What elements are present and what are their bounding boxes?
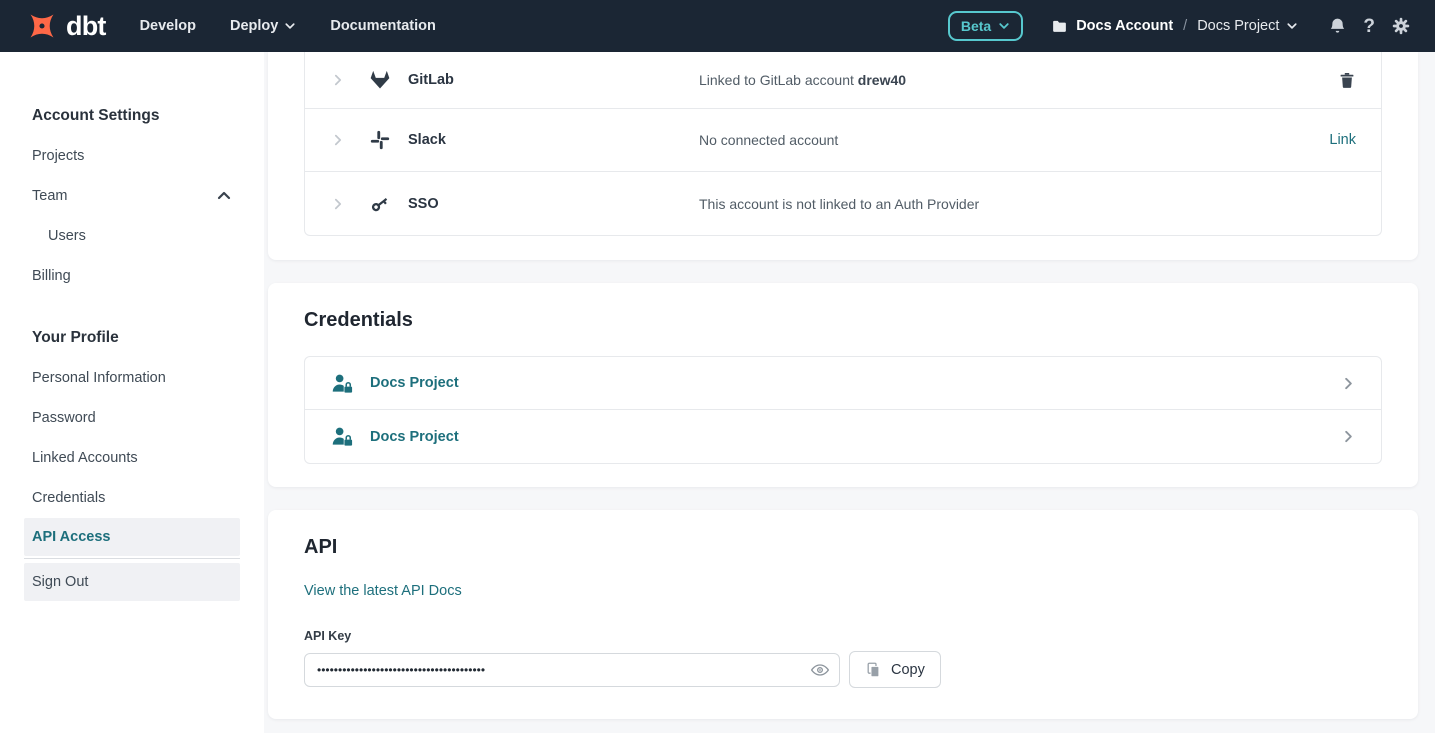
api-key-input[interactable] (304, 653, 840, 687)
chevron-right-icon[interactable] (331, 73, 345, 87)
credential-row[interactable]: Docs Project (305, 410, 1381, 463)
delete-link-button[interactable] (1338, 71, 1356, 90)
breadcrumb-separator: / (1183, 18, 1187, 34)
sidebar-item-users[interactable]: Users (24, 216, 240, 256)
api-card: API View the latest API Docs API Key Cop… (268, 510, 1418, 719)
linked-account-row-sso: SSO This account is not linked to an Aut… (305, 172, 1381, 235)
chevron-down-icon (284, 20, 296, 32)
credentials-table: Docs Project Docs Project (304, 356, 1382, 464)
api-key-field-wrap (304, 653, 840, 687)
dbt-logo-icon (24, 8, 60, 44)
link-slack-button[interactable]: Link (1329, 132, 1356, 148)
breadcrumb: Docs Account / Docs Project (1051, 18, 1298, 35)
sidebar-item-team[interactable]: Team (24, 176, 240, 216)
breadcrumb-account[interactable]: Docs Account (1051, 18, 1173, 35)
chevron-down-icon (998, 20, 1010, 32)
nav-link-documentation[interactable]: Documentation (330, 18, 436, 34)
sidebar-item-linked-accounts[interactable]: Linked Accounts (24, 438, 240, 478)
linked-accounts-card: GitLab Linked to GitLab account drew40 S… (268, 52, 1418, 260)
chevron-right-icon (1341, 429, 1356, 444)
linked-account-row-slack: Slack No connected account Link (305, 109, 1381, 172)
sidebar-divider (24, 558, 240, 559)
sidebar-item-api-access[interactable]: API Access (24, 518, 240, 556)
gitlab-icon (369, 69, 391, 91)
linked-account-status: This account is not linked to an Auth Pr… (699, 196, 979, 212)
api-heading: API (304, 536, 1382, 559)
user-lock-icon (331, 372, 354, 395)
sidebar-heading-your-profile: Your Profile (24, 318, 240, 358)
top-nav: dbt Develop Deploy Documentation Beta Do… (0, 0, 1435, 52)
eye-icon[interactable] (810, 660, 830, 680)
chevron-right-icon (1341, 376, 1356, 391)
user-lock-icon (331, 425, 354, 448)
sidebar-item-sign-out[interactable]: Sign Out (24, 563, 240, 601)
notifications-bell-icon[interactable] (1328, 17, 1347, 36)
credential-row[interactable]: Docs Project (305, 357, 1381, 410)
credentials-card: Credentials Docs Project Docs Project (268, 283, 1418, 487)
credentials-heading: Credentials (304, 309, 1382, 332)
linked-account-name: Slack (408, 132, 446, 148)
folder-icon (1051, 18, 1068, 35)
sidebar-item-projects[interactable]: Projects (24, 136, 240, 176)
dbt-logo[interactable]: dbt (24, 8, 106, 44)
linked-account-status: Linked to GitLab account drew40 (699, 72, 906, 88)
linked-account-name: SSO (408, 196, 439, 212)
api-docs-link[interactable]: View the latest API Docs (304, 583, 462, 599)
beta-dropdown[interactable]: Beta (948, 11, 1023, 41)
api-key-label: API Key (304, 629, 1382, 643)
sidebar-item-billing[interactable]: Billing (24, 256, 240, 296)
chevron-right-icon[interactable] (331, 133, 345, 147)
trash-icon (1338, 71, 1356, 90)
nav-links: Develop Deploy Documentation (140, 18, 436, 34)
key-icon (369, 193, 391, 215)
linked-account-status: No connected account (699, 132, 838, 148)
nav-icon-group: ? (1328, 16, 1411, 36)
chevron-right-icon[interactable] (331, 197, 345, 211)
slack-icon (369, 130, 391, 150)
linked-accounts-table: GitLab Linked to GitLab account drew40 S… (304, 52, 1382, 236)
chevron-down-icon (1286, 20, 1298, 32)
help-icon[interactable]: ? (1363, 17, 1375, 36)
breadcrumb-project-dropdown[interactable]: Docs Project (1197, 18, 1298, 34)
nav-right: Beta Docs Account / Docs Project ? (948, 11, 1411, 41)
nav-link-develop[interactable]: Develop (140, 18, 196, 34)
sidebar-heading-account-settings: Account Settings (24, 96, 240, 136)
sidebar-item-credentials[interactable]: Credentials (24, 478, 240, 518)
copy-button[interactable]: Copy (849, 651, 941, 688)
main-content: GitLab Linked to GitLab account drew40 S… (264, 52, 1435, 733)
credential-project-label: Docs Project (370, 375, 459, 391)
linked-account-name: GitLab (408, 72, 454, 88)
credential-project-label: Docs Project (370, 429, 459, 445)
chevron-up-icon (216, 188, 232, 208)
settings-sidebar: Account Settings Projects Team Users Bil… (0, 52, 264, 733)
sidebar-item-personal-information[interactable]: Personal Information (24, 358, 240, 398)
sidebar-item-password[interactable]: Password (24, 398, 240, 438)
gear-icon[interactable] (1391, 16, 1411, 36)
copy-icon (865, 661, 882, 679)
dbt-logo-text: dbt (66, 13, 106, 40)
linked-account-row-gitlab: GitLab Linked to GitLab account drew40 (305, 52, 1381, 109)
nav-link-deploy[interactable]: Deploy (230, 18, 296, 34)
api-key-row: Copy (304, 651, 1382, 688)
